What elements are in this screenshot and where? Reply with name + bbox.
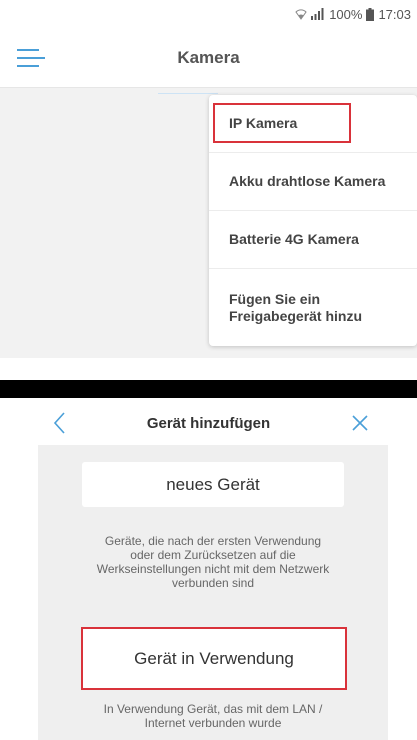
menu-item-label: Fügen Sie ein Freigabegerät hinzu [229,290,363,324]
close-icon[interactable] [350,413,370,433]
clock: 17:03 [378,6,411,22]
device-in-use-label: Gerät in Verwendung [134,648,294,668]
new-device-description: Geräte, die nach der ersten Verwendung o… [38,534,388,590]
app-header: Kamera [0,28,417,88]
menu-item-battery-4g-camera[interactable]: Batterie 4G Kamera [209,211,417,269]
screenshot-divider [0,380,417,398]
description-line: Geräte, die nach der ersten Verwendung [104,534,322,548]
description-line: Internet verbunden wurde [144,716,282,730]
wifi-icon [295,9,307,20]
device-in-use-button[interactable]: Gerät in Verwendung [81,627,347,690]
menu-item-label: Akku drahtlose Kamera [229,173,386,189]
menu-item-add-shared-device[interactable]: Fügen Sie ein Freigabegerät hinzu [209,269,417,346]
description-line: oder dem Zurücksetzen auf die [130,548,296,562]
top-screen: 100% 17:03 Kamera IP Kamera Akku drahtlo… [0,0,417,380]
accent-line [158,93,218,94]
description-line: Werkseinstellungen nicht mit dem Netzwer… [96,562,330,576]
description-line: In Verwendung Gerät, das mit dem LAN / [103,702,323,716]
new-device-button[interactable]: neues Gerät [82,462,344,507]
status-bar: 100% 17:03 [0,0,417,28]
menu-item-battery-wireless-camera[interactable]: Akku drahtlose Kamera [209,153,417,211]
new-device-label: neues Gerät [166,474,260,494]
description-line: verbunden sind [171,576,255,590]
battery-percent: 100% [329,6,363,22]
battery-icon [366,7,375,21]
signal-icon [311,8,324,20]
device-type-panel: neues Gerät Geräte, die nach der ersten … [38,445,388,740]
menu-item-label: Batterie 4G Kamera [229,231,359,247]
add-camera-dropdown: IP Kamera Akku drahtlose Kamera Batterie… [209,95,417,346]
content-strip [0,358,417,380]
highlight-box [213,103,351,143]
bottom-screen: Gerät hinzufügen neues Gerät Geräte, die… [0,398,417,740]
device-in-use-description: In Verwendung Gerät, das mit dem LAN / I… [38,702,388,730]
page-title: Kamera [177,48,240,67]
status-icons: 100% 17:03 [295,6,411,22]
